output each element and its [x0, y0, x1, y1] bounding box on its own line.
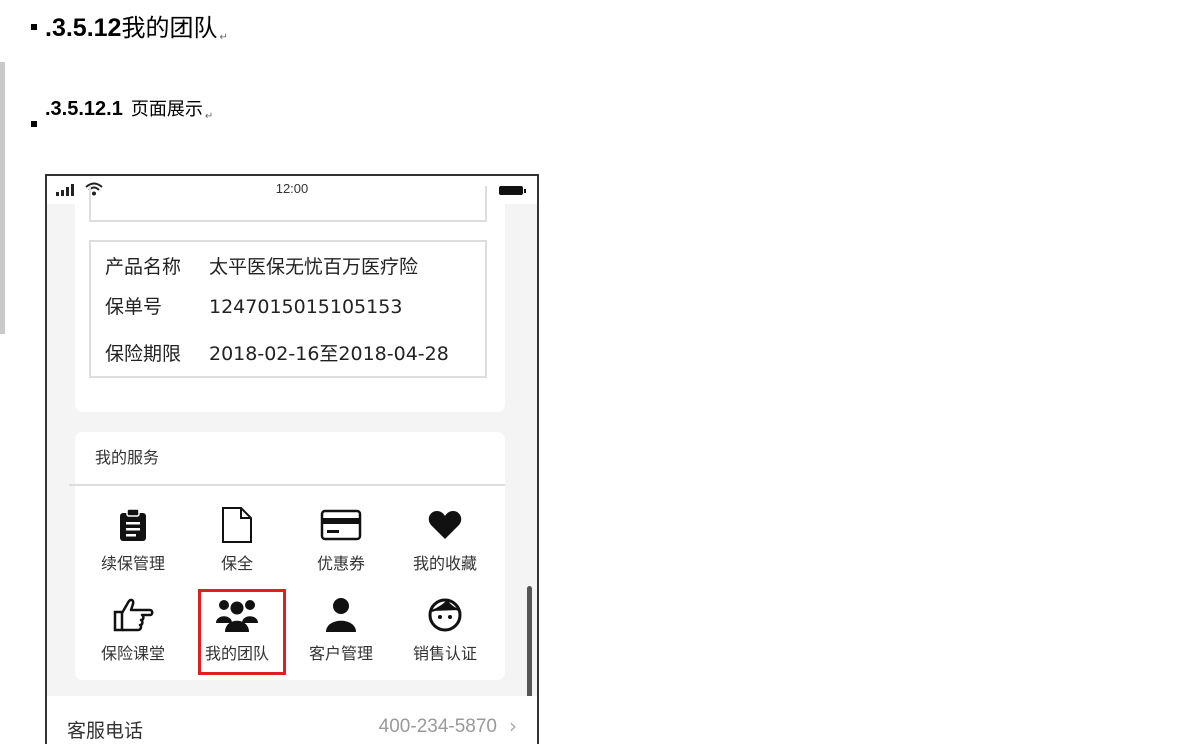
services-card: 我的服务 续保管理 保全 优惠券 我的收藏 保险课堂 我的团队 客户管理 销售认…: [69, 432, 505, 680]
service-label: 我的收藏: [412, 554, 477, 573]
service-preservation[interactable]: 保全: [187, 504, 287, 574]
page-left-margin-rule: [0, 62, 5, 334]
subheading-number: .3.5.12.1: [45, 98, 123, 120]
service-label: 销售认证: [412, 644, 477, 663]
service-insurance-class[interactable]: 保险课堂: [83, 594, 183, 664]
policy-row-label: 保单号: [105, 296, 163, 318]
policy-info-box: 产品名称 太平医保无忧百万医疗险 保单号 1247015015105153 保险期限…: [89, 240, 487, 378]
service-my-favorites[interactable]: 我的收藏: [395, 504, 495, 574]
phone-mockup: 12:00 产品名称 太平医保无忧百万医疗险 保单号 124701501510515…: [45, 174, 539, 744]
subheading-title: 页面展示: [130, 99, 203, 120]
policy-row-period: 保险期限 2018-02-16至2018-04-28: [105, 339, 449, 366]
customer-service-phone: 400-234-5870: [378, 716, 497, 737]
thumb-pointing-icon: [83, 594, 183, 636]
section-heading-3-5-12-1: .3.5.12.1 页面展示 ↵: [45, 95, 213, 123]
clipboard-icon: [83, 504, 183, 546]
service-customer-management[interactable]: 客户管理: [291, 594, 391, 664]
section-heading-3-5-12: .3.5.12我的团队 ↵: [45, 10, 228, 46]
heading-bullet: [31, 24, 37, 30]
customer-service-row[interactable]: 客服电话 400-234-5870 ›: [47, 696, 537, 744]
policy-row-label: 保险期限: [105, 343, 182, 365]
my-team-highlight-box: [198, 589, 286, 675]
user-icon: [291, 594, 391, 636]
paragraph-mark-icon: ↵: [204, 111, 214, 122]
chevron-right-icon: ›: [509, 714, 517, 738]
heart-icon: [395, 504, 495, 546]
service-label: 保全: [220, 554, 253, 573]
policy-row-product: 产品名称 太平医保无忧百万医疗险: [105, 252, 418, 279]
services-title: 我的服务: [95, 448, 160, 467]
service-label: 客户管理: [308, 644, 373, 663]
card-icon: [291, 504, 391, 546]
policy-row-label: 产品名称: [105, 256, 182, 278]
service-renewal-management[interactable]: 续保管理: [83, 504, 183, 574]
service-sales-certification[interactable]: 销售认证: [395, 594, 495, 664]
policy-row-value: 1247015015105153: [209, 296, 403, 318]
policy-row-value: 2018-02-16至2018-04-28: [209, 343, 449, 365]
policy-row-value: 太平医保无忧百万医疗险: [209, 256, 419, 278]
heading-number: .3.5.12: [45, 14, 122, 42]
service-label: 优惠券: [316, 554, 365, 573]
heading-title: 我的团队: [121, 14, 218, 42]
document-icon: [187, 504, 287, 546]
clipped-previous-box: [89, 186, 487, 222]
policy-row-number: 保单号 1247015015105153: [105, 292, 402, 319]
service-coupons[interactable]: 优惠券: [291, 504, 391, 574]
subheading-bullet: [31, 121, 37, 127]
policy-card: 产品名称 太平医保无忧百万医疗险 保单号 1247015015105153 保险期限…: [75, 186, 505, 412]
services-divider: [69, 484, 505, 486]
paragraph-mark-icon: ↵: [219, 32, 228, 43]
service-label: 保险课堂: [100, 644, 165, 663]
battery-icon: [499, 186, 526, 195]
customer-service-label: 客服电话: [67, 720, 144, 742]
face-icon: [395, 594, 495, 636]
service-label: 续保管理: [100, 554, 165, 573]
